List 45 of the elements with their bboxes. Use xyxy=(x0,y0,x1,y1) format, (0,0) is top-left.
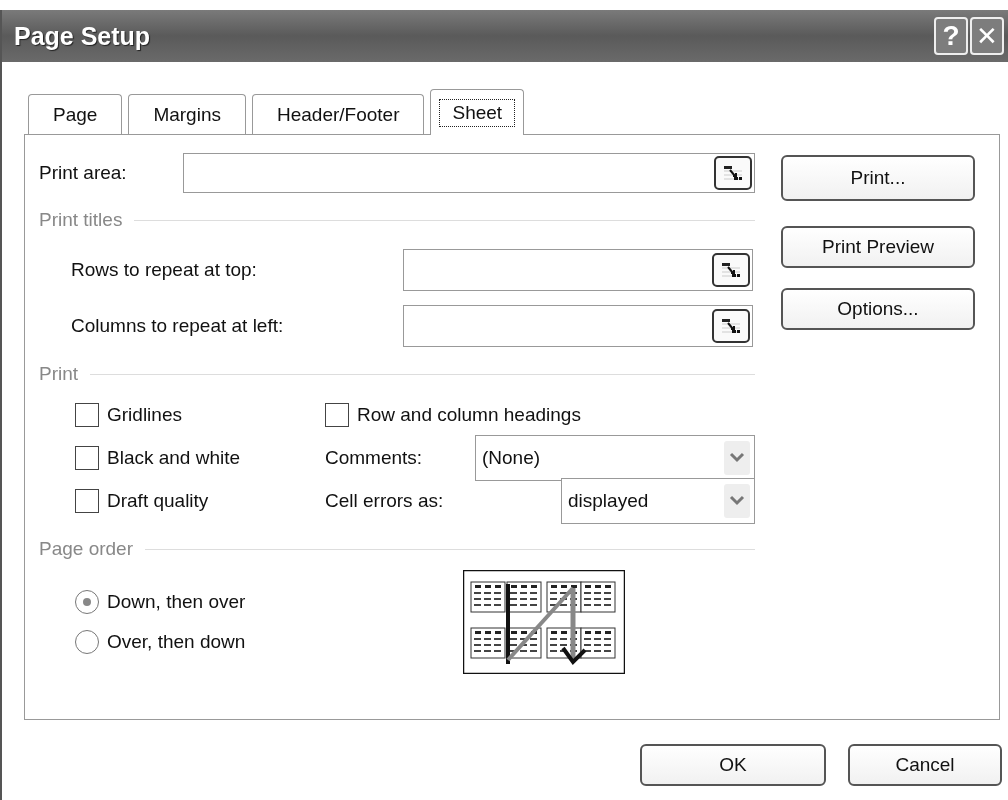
checkbox-label: Black and white xyxy=(107,446,241,469)
collapse-button[interactable] xyxy=(712,309,750,343)
cancel-button[interactable]: Cancel xyxy=(848,744,1002,786)
reference-field[interactable] xyxy=(403,249,753,291)
window-title: Page Setup xyxy=(14,21,152,51)
close-button[interactable]: ✕ xyxy=(970,17,1004,55)
dropdown-label: Comments: xyxy=(325,446,424,469)
chevron-icon xyxy=(724,483,750,518)
collapse-dialog-icon xyxy=(720,317,742,335)
ok-button[interactable]: OK xyxy=(640,744,826,786)
checkbox-label: Row and column headings xyxy=(357,403,581,426)
collapse-button[interactable] xyxy=(712,253,750,287)
dropdown[interactable]: displayed xyxy=(561,477,755,524)
section-heading: Page order xyxy=(39,538,133,560)
checkbox[interactable] xyxy=(325,402,349,427)
section-heading: Print titles xyxy=(39,209,123,231)
help-button[interactable]: ? xyxy=(934,17,968,55)
reference-field[interactable] xyxy=(183,153,755,193)
radio-label: Down, then over xyxy=(107,591,246,613)
section-heading: Print xyxy=(39,363,79,385)
radio-button[interactable] xyxy=(75,630,99,654)
print-preview-button[interactable]: Print Preview xyxy=(781,226,975,268)
dropdown-label: Cell errors as: xyxy=(325,489,445,512)
tab[interactable]: Header/Footer xyxy=(251,94,425,134)
checkbox[interactable] xyxy=(75,445,99,470)
radio-label: Over, then down xyxy=(107,631,246,653)
tab[interactable]: Margins xyxy=(128,94,246,134)
field-label: Print area: xyxy=(39,162,128,184)
checkbox[interactable] xyxy=(75,488,99,513)
print-button[interactable]: Print... xyxy=(781,155,975,201)
options-button[interactable]: Options... xyxy=(781,288,975,330)
field-label: Columns to repeat at left: xyxy=(71,315,285,337)
tab[interactable]: Page xyxy=(28,94,123,134)
collapse-dialog-icon xyxy=(722,164,744,182)
chevron-icon xyxy=(724,440,750,475)
collapse-button[interactable] xyxy=(714,156,752,190)
dropdown[interactable]: (None) xyxy=(475,434,755,481)
tab[interactable]: Sheet xyxy=(430,89,525,135)
field-label: Rows to repeat at top: xyxy=(71,259,258,281)
checkbox[interactable] xyxy=(75,402,99,427)
radio-button[interactable] xyxy=(75,590,99,614)
collapse-dialog-icon xyxy=(720,261,742,279)
checkbox-label: Draft quality xyxy=(107,489,209,512)
reference-field[interactable] xyxy=(403,305,753,347)
checkbox-label: Gridlines xyxy=(107,403,182,426)
